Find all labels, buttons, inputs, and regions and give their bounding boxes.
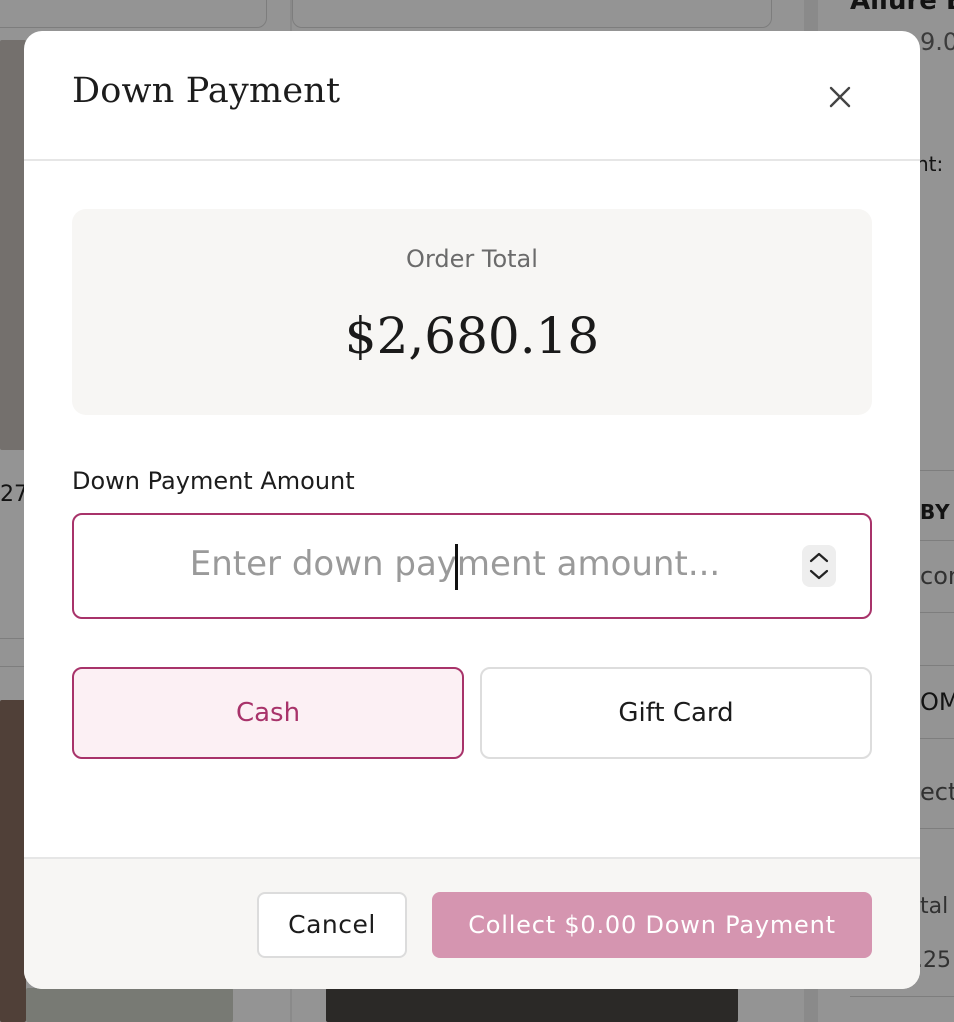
amount-stepper[interactable]	[802, 545, 836, 587]
dialog-footer: Cancel Collect $0.00 Down Payment	[24, 857, 920, 989]
down-payment-amount-field	[72, 513, 872, 619]
close-button[interactable]	[820, 77, 860, 117]
page: 27 Allure Bri 9.00 nt: BY con OMO ect ta…	[0, 0, 954, 1022]
order-total-value: $2,680.18	[344, 307, 600, 365]
up-down-chevron-icon	[809, 552, 829, 580]
close-icon	[829, 86, 851, 108]
order-total-card: Order Total $2,680.18	[72, 209, 872, 415]
payment-method-gift-card-button[interactable]: Gift Card	[480, 667, 872, 759]
down-payment-dialog: Down Payment Order Total $2,680.18 Down …	[24, 31, 920, 989]
dialog-header: Down Payment	[24, 31, 920, 161]
collect-down-payment-button[interactable]: Collect $0.00 Down Payment	[432, 892, 872, 958]
down-payment-amount-input[interactable]	[76, 517, 794, 611]
dialog-title: Down Payment	[72, 71, 341, 111]
cancel-button[interactable]: Cancel	[257, 892, 407, 958]
down-payment-amount-label: Down Payment Amount	[72, 467, 355, 495]
text-cursor	[455, 544, 458, 590]
payment-method-cash-button[interactable]: Cash	[72, 667, 464, 759]
order-total-label: Order Total	[406, 245, 538, 273]
